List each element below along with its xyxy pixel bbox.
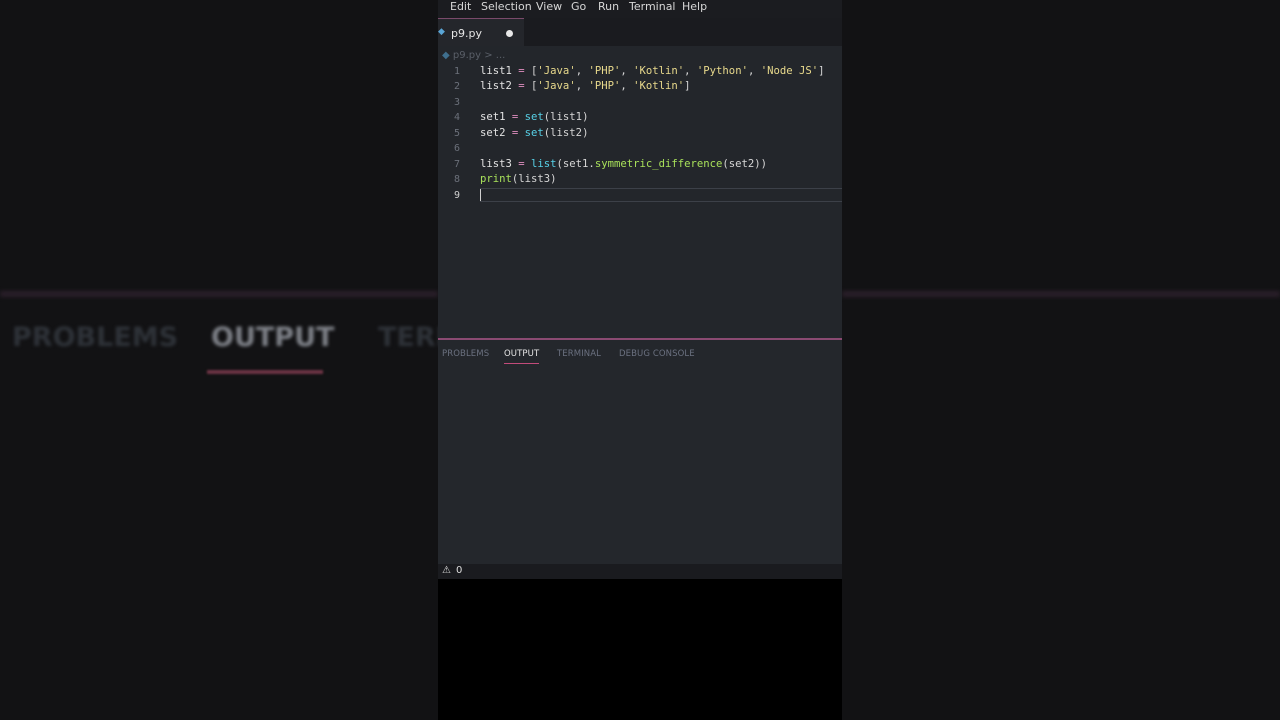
output-panel: PROBLEMS OUTPUT TERMINAL DEBUG CONSOLE (438, 340, 842, 564)
unsaved-dot-icon[interactable] (506, 30, 513, 37)
blurred-tab-underline (207, 370, 323, 374)
code-line-2: list2 = ['Java', 'PHP', 'Kotlin'] (480, 80, 691, 92)
tab-filename: p9.py (451, 27, 482, 40)
editor-tab-p9[interactable]: ◆ p9.py (438, 18, 524, 46)
code-line-8: print(list3) (480, 173, 557, 185)
menu-view[interactable]: View (536, 0, 562, 13)
blurred-tab-output: OUTPUT (211, 322, 335, 353)
line-number: 6 (453, 143, 460, 154)
menu-selection[interactable]: Selection (481, 0, 532, 13)
line-number: 5 (453, 128, 460, 139)
panel-tab-problems[interactable]: PROBLEMS (442, 349, 489, 359)
line-number: 8 (453, 174, 460, 185)
menu-terminal[interactable]: Terminal (629, 0, 676, 13)
status-bar: ⚠ 0 (438, 564, 842, 579)
panel-tab-terminal[interactable]: TERMINAL (557, 349, 601, 359)
blurred-background-right (842, 0, 1280, 720)
code-line-1: list1 = ['Java', 'PHP', 'Kotlin', 'Pytho… (480, 65, 825, 77)
line-number: 7 (453, 159, 460, 170)
python-file-icon: ◆ (438, 27, 445, 37)
breadcrumb: ◆ p9.py > ... (442, 50, 505, 61)
current-line-highlight (480, 188, 842, 202)
text-cursor (480, 189, 481, 201)
blurred-tab-problems: PROBLEMS (12, 322, 179, 353)
line-number: 2 (453, 81, 460, 92)
code-line-7: list3 = list(set1.symmetric_difference(s… (480, 158, 768, 170)
breadcrumb-file[interactable]: p9.py (453, 50, 481, 61)
line-number: 1 (453, 66, 460, 77)
code-editor[interactable]: ◆ p9.py > ... 1 2 3 4 5 6 7 8 9 list1 = … (438, 46, 842, 338)
warning-icon[interactable]: ⚠ (442, 565, 451, 576)
line-number: 3 (453, 97, 460, 108)
python-file-icon: ◆ (442, 50, 450, 61)
code-line-5: set2 = set(list2) (480, 127, 589, 139)
blurred-background-left: PROBLEMS OUTPUT TERM (0, 0, 463, 720)
breadcrumb-rest[interactable]: > ... (484, 50, 505, 61)
editor-window: Edit Selection View Go Run Terminal Help… (438, 0, 842, 720)
menu-bar: Edit Selection View Go Run Terminal Help (438, 0, 842, 18)
blurred-divider (0, 291, 438, 297)
line-number-active: 9 (453, 190, 460, 201)
code-line-4: set1 = set(list1) (480, 111, 589, 123)
menu-go[interactable]: Go (571, 0, 586, 13)
line-number: 4 (453, 112, 460, 123)
blurred-divider (842, 291, 1280, 297)
panel-tab-debug-console[interactable]: DEBUG CONSOLE (619, 349, 695, 359)
panel-tab-output[interactable]: OUTPUT (504, 349, 539, 359)
warning-count[interactable]: 0 (456, 565, 462, 576)
menu-help[interactable]: Help (682, 0, 707, 13)
menu-edit[interactable]: Edit (450, 0, 471, 13)
active-tab-underline (504, 363, 539, 364)
menu-run[interactable]: Run (598, 0, 619, 13)
editor-tab-bar: ◆ p9.py (438, 18, 842, 46)
